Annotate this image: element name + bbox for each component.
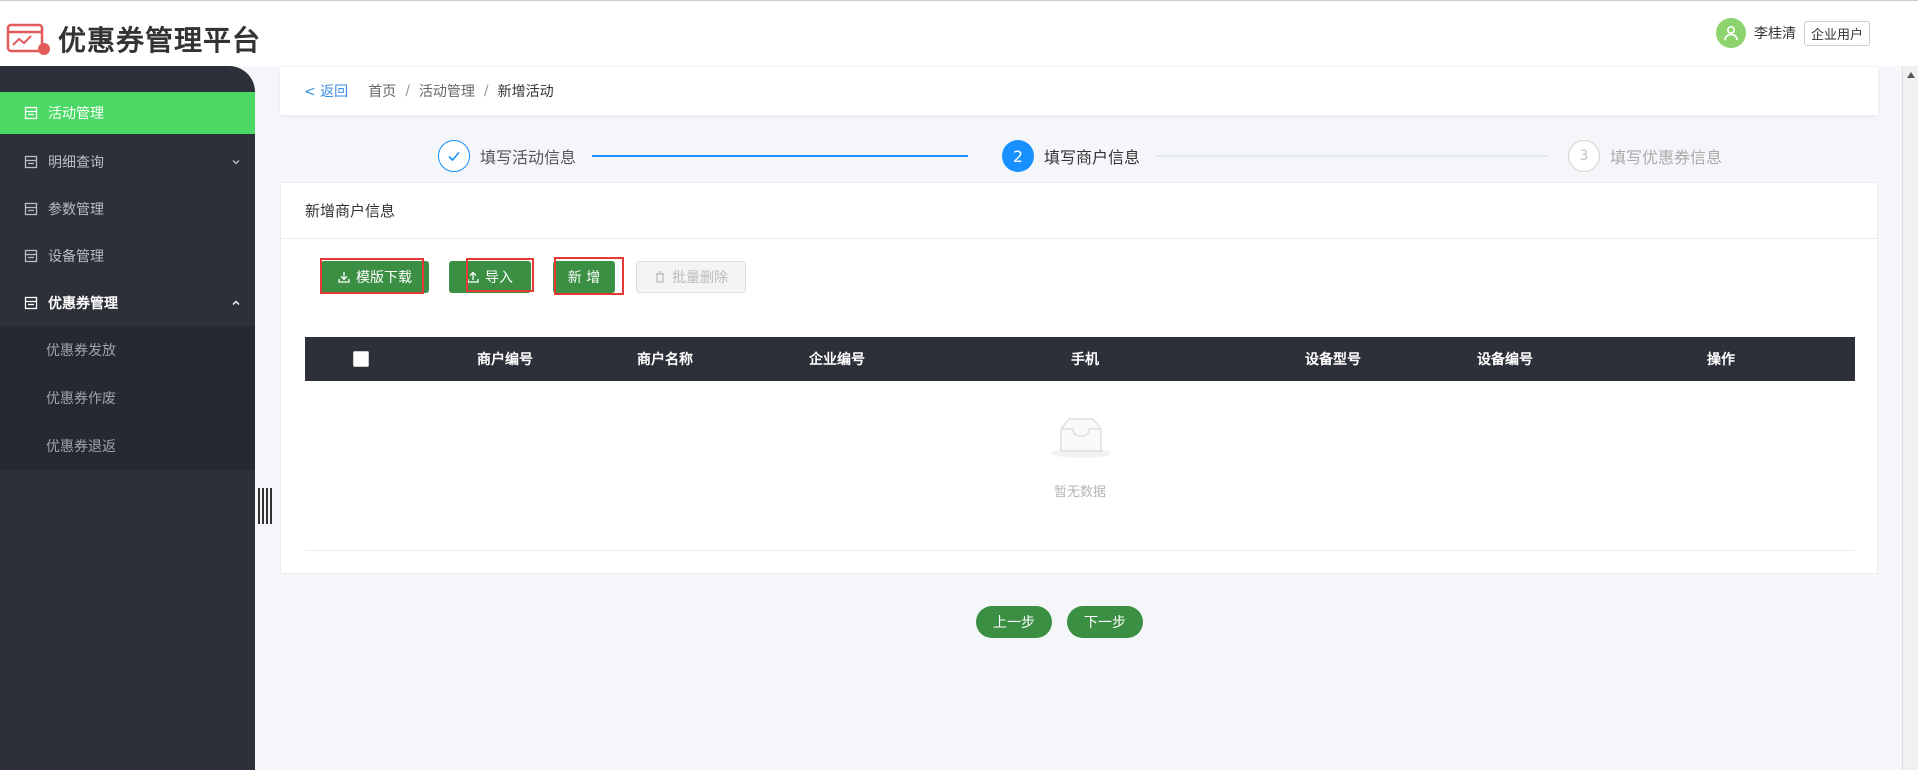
empty-inbox-icon xyxy=(1051,418,1111,458)
select-all-cell xyxy=(341,337,381,381)
sidebar-item-activity-management[interactable]: 活动管理 xyxy=(0,92,255,134)
import-button[interactable]: 导入 xyxy=(449,261,531,293)
button-label: 新 增 xyxy=(567,270,601,286)
check-icon xyxy=(438,140,470,172)
button-label: 模版下载 xyxy=(356,270,412,286)
sidebar-subitem-coupon-void[interactable]: 优惠券作废 xyxy=(0,374,255,422)
merchant-info-card: 新增商户信息 模版下载 导入 新 增 批量删除 商户编号 商户名称 企业编号 手… xyxy=(280,182,1878,574)
column-header[interactable]: 设备编号 xyxy=(1455,337,1555,381)
breadcrumb-separator: / xyxy=(483,83,489,99)
sidebar-item-label: 参数管理 xyxy=(48,201,104,218)
column-header[interactable]: 企业编号 xyxy=(787,337,887,381)
step-connector-pending xyxy=(1156,155,1548,157)
step-label: 填写优惠券信息 xyxy=(1610,148,1723,167)
sidebar: 活动管理 明细查询 参数管理 设备管理 优惠券管理 优惠券发放 优惠券作废 优惠… xyxy=(0,66,255,770)
column-header[interactable]: 操作 xyxy=(1671,337,1771,381)
step-number: 3 xyxy=(1568,140,1600,172)
select-all-checkbox[interactable] xyxy=(353,351,369,367)
trash-icon xyxy=(655,271,665,283)
form-icon xyxy=(24,106,38,120)
column-header[interactable]: 商户名称 xyxy=(615,337,715,381)
user-role-badge: 企业用户 xyxy=(1803,20,1870,46)
step-activity-info: 填写活动信息 xyxy=(438,140,576,172)
grip-line xyxy=(258,488,260,524)
form-icon xyxy=(24,249,38,262)
merchant-table-header: 商户编号 商户名称 企业编号 手机 设备型号 设备编号 操作 xyxy=(305,337,1855,381)
sidebar-item-device-management[interactable]: 设备管理 xyxy=(0,232,255,279)
breadcrumb-item-new-activity: 新增活动 xyxy=(497,84,554,100)
form-icon xyxy=(24,296,38,309)
sidebar-item-parameter-management[interactable]: 参数管理 xyxy=(0,185,255,232)
coupon-submenu: 优惠券发放 优惠券作废 优惠券退返 xyxy=(0,326,255,470)
breadcrumb-item-activity-management[interactable]: 活动管理 xyxy=(419,81,475,101)
coupon-logo-icon xyxy=(6,23,50,55)
back-link[interactable]: < 返回 xyxy=(304,81,348,101)
step-number: 2 xyxy=(1002,140,1034,172)
empty-state-text: 暂无数据 xyxy=(1053,485,1106,500)
sidebar-item-detail-query[interactable]: 明细查询 xyxy=(0,138,255,185)
sidebar-item-label: 活动管理 xyxy=(48,106,104,122)
prev-step-button[interactable]: 上一步 xyxy=(976,606,1052,638)
top-header: 优惠券管理平台 李桂清 企业用户 xyxy=(0,0,1918,66)
step-merchant-info: 2 填写商户信息 xyxy=(1002,140,1140,172)
sidebar-subitem-coupon-issue[interactable]: 优惠券发放 xyxy=(0,326,255,374)
add-button[interactable]: 新 增 xyxy=(553,261,615,293)
grip-line xyxy=(266,488,268,524)
breadcrumb-separator: / xyxy=(405,83,410,99)
sidebar-resize-handle[interactable] xyxy=(258,488,272,524)
step-label: 填写商户信息 xyxy=(1044,148,1141,167)
chevron-down-icon xyxy=(232,159,240,164)
card-title: 新增商户信息 xyxy=(281,183,1877,239)
button-label: 导入 xyxy=(485,270,513,286)
user-avatar-icon[interactable] xyxy=(1715,18,1746,48)
button-label: 批量删除 xyxy=(672,270,728,286)
user-menu[interactable]: 李桂清 企业用户 xyxy=(1715,18,1870,48)
grip-line xyxy=(270,488,272,524)
download-icon xyxy=(338,272,350,283)
sidebar-item-coupon-management[interactable]: 优惠券管理 xyxy=(0,279,255,326)
app-title: 优惠券管理平台 xyxy=(58,24,262,57)
user-name: 李桂清 xyxy=(1753,26,1796,42)
form-icon xyxy=(24,155,38,168)
column-header[interactable]: 商户编号 xyxy=(455,337,555,381)
step-coupon-info: 3 填写优惠券信息 xyxy=(1568,140,1722,172)
progress-steps: 填写活动信息 2 填写商户信息 3 填写优惠券信息 xyxy=(280,136,1878,176)
step-label: 填写活动信息 xyxy=(480,148,577,167)
batch-delete-button[interactable]: 批量删除 xyxy=(636,261,746,293)
vertical-scrollbar[interactable] xyxy=(1902,66,1918,770)
column-header[interactable]: 手机 xyxy=(1035,337,1135,381)
scroll-up-arrow-icon[interactable] xyxy=(1907,72,1915,78)
sidebar-subitem-coupon-refund[interactable]: 优惠券退返 xyxy=(0,422,255,470)
column-header[interactable]: 设备型号 xyxy=(1283,337,1383,381)
upload-icon xyxy=(467,271,479,283)
breadcrumb-item-home[interactable]: 首页 xyxy=(368,81,396,101)
chevron-up-icon xyxy=(232,300,240,305)
sidebar-item-label: 明细查询 xyxy=(48,154,104,171)
sidebar-item-label: 优惠券管理 xyxy=(48,295,118,312)
sidebar-item-label: 设备管理 xyxy=(48,248,104,265)
table-divider xyxy=(305,550,1855,551)
next-step-button[interactable]: 下一步 xyxy=(1067,606,1143,638)
form-icon xyxy=(24,202,38,215)
breadcrumb: < 返回 首页 / 活动管理 / 新增活动 xyxy=(280,67,1878,115)
grip-line xyxy=(262,488,264,524)
step-connector-complete xyxy=(592,155,968,157)
template-download-button[interactable]: 模版下载 xyxy=(321,261,429,293)
